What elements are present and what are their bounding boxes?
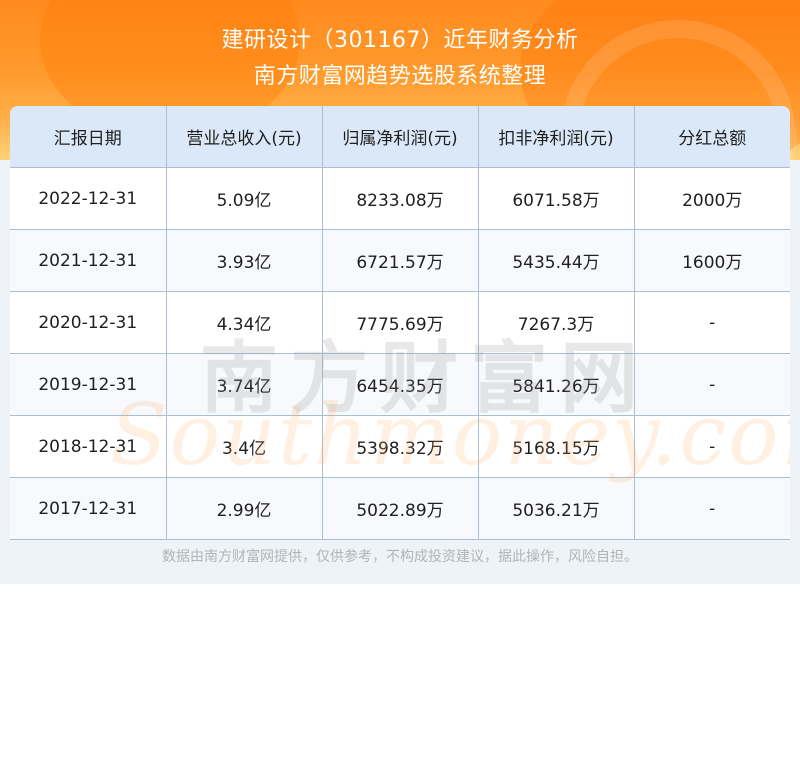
table-cell: 1600万 [634, 229, 790, 292]
table-row: 2020-12-31 4.34亿 7775.69万 7267.3万 - [10, 291, 790, 354]
table-row: 2022-12-31 5.09亿 8233.08万 6071.58万 2000万 [10, 167, 790, 230]
table-cell: 5168.15万 [478, 415, 635, 478]
table-cell: 5.09亿 [166, 167, 323, 230]
financial-table-container: 汇报日期 营业总收入(元) 归属净利润(元) 扣非净利润(元) 分红总额 202… [10, 106, 790, 540]
table-cell: 2020-12-31 [10, 291, 167, 354]
table-cell: 2017-12-31 [10, 477, 167, 540]
table-cell: 6721.57万 [322, 229, 479, 292]
disclaimer-text: 数据由南方财富网提供，仅供参考，不构成投资建议，据此操作，风险自担。 [162, 549, 638, 565]
table-row: 2021-12-31 3.93亿 6721.57万 5435.44万 1600万 [10, 229, 790, 292]
table-cell: 5435.44万 [478, 229, 635, 292]
table-cell: 3.74亿 [166, 353, 323, 416]
table-header-row: 汇报日期 营业总收入(元) 归属净利润(元) 扣非净利润(元) 分红总额 [10, 106, 790, 168]
table-cell: 7267.3万 [478, 291, 635, 354]
table-cell: - [634, 291, 790, 354]
table-cell: 2022-12-31 [10, 167, 167, 230]
table-cell: 2.99亿 [166, 477, 323, 540]
table-cell: 5022.89万 [322, 477, 479, 540]
table-cell: 3.93亿 [166, 229, 323, 292]
table-row: 2019-12-31 3.74亿 6454.35万 5841.26万 - [10, 353, 790, 416]
table-cell: 7775.69万 [322, 291, 479, 354]
table-cell: 2019-12-31 [10, 353, 167, 416]
column-header: 汇报日期 [10, 106, 167, 168]
financial-table: 汇报日期 营业总收入(元) 归属净利润(元) 扣非净利润(元) 分红总额 202… [10, 106, 790, 540]
column-header: 归属净利润(元) [322, 106, 479, 168]
table-row: 2018-12-31 3.4亿 5398.32万 5168.15万 - [10, 415, 790, 478]
column-header: 营业总收入(元) [166, 106, 323, 168]
column-header: 分红总额 [634, 106, 790, 168]
table-cell: 5036.21万 [478, 477, 635, 540]
page-subtitle: 南方财富网趋势选股系统整理 [253, 64, 547, 89]
table-cell: 5841.26万 [478, 353, 635, 416]
column-header: 扣非净利润(元) [478, 106, 635, 168]
table-cell: 6454.35万 [322, 353, 479, 416]
table-cell: - [634, 415, 790, 478]
table-cell: 5398.32万 [322, 415, 479, 478]
table-cell: 2000万 [634, 167, 790, 230]
table-cell: 2018-12-31 [10, 415, 167, 478]
table-cell: 6071.58万 [478, 167, 635, 230]
report-card: 建研设计（301167）近年财务分析 南方财富网趋势选股系统整理 汇报日期 营业… [0, 0, 800, 584]
table-cell: 2021-12-31 [10, 229, 167, 292]
table-cell: 8233.08万 [322, 167, 479, 230]
page-title: 建研设计（301167）近年财务分析 [221, 28, 579, 53]
table-row: 2017-12-31 2.99亿 5022.89万 5036.21万 - [10, 477, 790, 540]
table-cell: 4.34亿 [166, 291, 323, 354]
table-cell: - [634, 353, 790, 416]
table-cell: - [634, 477, 790, 540]
table-cell: 3.4亿 [166, 415, 323, 478]
